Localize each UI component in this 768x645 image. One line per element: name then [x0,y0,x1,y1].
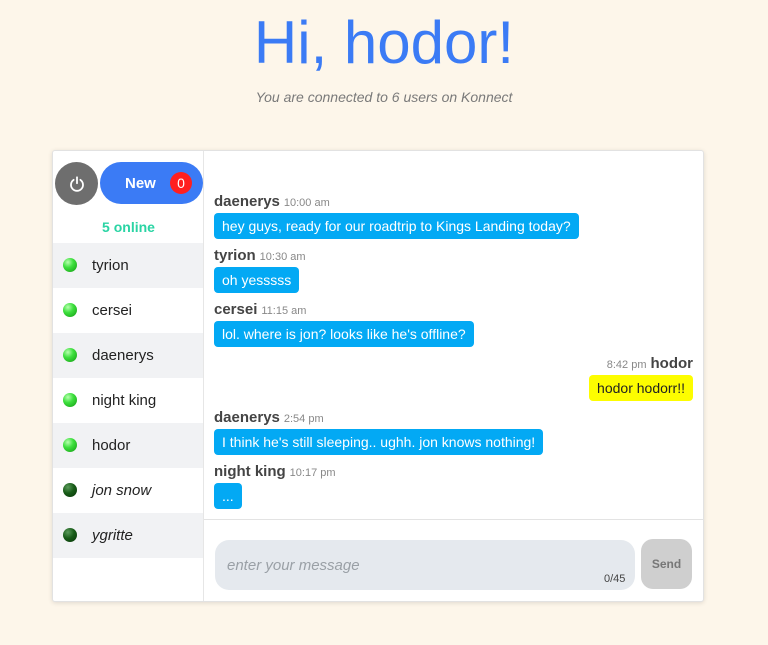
chat-panel: New 0 5 online tyrion cersei daenerys night… [52,150,704,602]
message-author: hodor [650,355,694,372]
new-count-badge: 0 [170,172,192,194]
message-meta: daenerys 2:54 pm [214,409,543,427]
user-name: hodor [92,437,131,454]
message-meta: tyrion 10:30 am [214,247,306,265]
message-meta: daenerys 10:00 am [214,193,579,211]
user-item[interactable]: daenerys [53,333,203,378]
message-bubble: hey guys, ready for our roadtrip to King… [214,213,579,239]
message-meta: 8:42 pm hodor [589,355,693,373]
message-time: 10:17 pm [289,467,336,479]
user-name: jon snow [92,482,152,499]
message-time: 10:00 am [283,197,330,209]
char-counter: 0/45 [604,573,626,585]
user-item[interactable]: jon snow [53,468,203,513]
power-icon [69,175,84,192]
online-status-icon [63,438,77,452]
message-input[interactable] [215,540,635,590]
message-time: 8:42 pm [606,359,647,371]
message-meta: cersei 11:15 am [214,301,474,319]
offline-status-icon [63,483,77,497]
user-item[interactable]: night king [53,378,203,423]
message-bubble: lol. where is jon? looks like he's offli… [214,321,474,347]
message-author: tyrion [214,247,256,264]
composer: 0/45 Send [204,519,704,602]
chat-message: cersei 11:15 am lol. where is jon? looks l… [214,301,474,347]
chat-message: tyrion 10:30 am oh yesssss [214,247,306,293]
connection-status: You are connected to 6 users on Konnect [255,89,513,105]
sidebar: New 0 5 online tyrion cersei daenerys night… [53,151,204,601]
message-time: 10:30 am [259,251,306,263]
new-messages-button[interactable]: New 0 [100,162,203,204]
message-author: night king [214,463,286,480]
send-button[interactable]: Send [641,539,692,589]
chat-message: daenerys 10:00 am hey guys, ready for our … [214,193,579,239]
user-name: cersei [92,302,133,319]
user-item[interactable]: ygritte [53,513,203,558]
online-status-icon [63,348,77,362]
chat-message: 8:42 pm hodor hodor hodorr!! [589,355,693,401]
message-meta: night king 10:17 pm [214,463,336,481]
online-status-icon [63,393,77,407]
message-author: daenerys [214,409,280,426]
message-time: 2:54 pm [283,413,324,425]
message-list: daenerys 10:00 am hey guys, ready for our … [204,151,704,519]
power-button[interactable] [55,162,98,205]
user-name: tyrion [92,257,129,274]
user-name: ygritte [92,527,133,544]
message-author: cersei [214,301,258,318]
chat-message: night king 10:17 pm... [214,463,336,509]
online-status-icon [63,303,77,317]
message-author: daenerys [214,193,280,210]
user-item[interactable]: cersei [53,288,203,333]
message-bubble: I think he's still sleeping.. ughh. jon … [214,429,544,455]
chat-message: daenerys 2:54 pm I think he's still sleepi… [214,409,544,455]
user-item[interactable]: hodor [53,423,203,468]
user-name: night king [92,392,157,409]
user-name: daenerys [92,347,154,364]
offline-status-icon [63,528,77,542]
user-item[interactable]: tyrion [53,243,203,288]
message-bubble: hodor hodorr!! [589,375,693,401]
new-label: New [125,175,156,192]
page-title: Hi, hodor! [253,9,515,76]
message-bubble: oh yesssss [214,267,300,293]
message-time: 11:15 am [261,305,307,317]
message-bubble: ... [214,483,242,509]
online-count: 5 online [102,219,155,235]
online-status-icon [63,258,77,272]
user-list: tyrion cersei daenerys night king hodor jon s… [53,243,203,558]
